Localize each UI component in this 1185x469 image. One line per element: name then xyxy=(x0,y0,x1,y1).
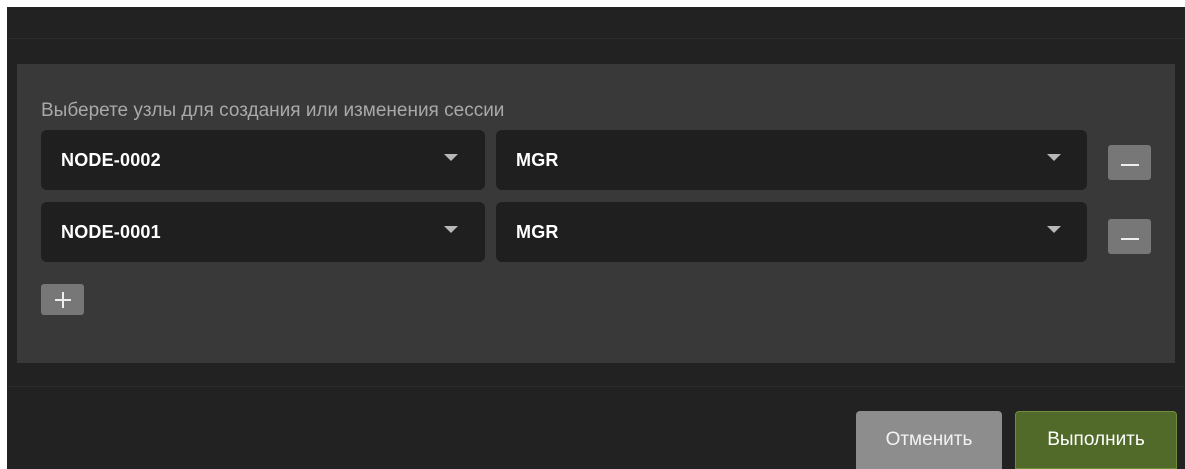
header-divider xyxy=(7,38,1185,39)
remove-row-button-2[interactable] xyxy=(1108,219,1151,254)
minus-icon xyxy=(1120,163,1139,166)
footer-divider xyxy=(7,386,1185,387)
session-dialog: Выберете узлы для создания или изменения… xyxy=(7,7,1185,469)
caret-down-icon xyxy=(444,154,458,161)
panel-label: Выберете узлы для создания или изменения… xyxy=(41,100,505,121)
node-select-2[interactable]: NODE-0001 xyxy=(41,202,485,262)
node-select-value: NODE-0002 xyxy=(61,149,161,170)
caret-down-icon xyxy=(1047,226,1061,233)
remove-row-button-1[interactable] xyxy=(1108,145,1151,180)
cancel-button[interactable]: Отменить xyxy=(856,411,1002,469)
caret-down-icon xyxy=(444,226,458,233)
minus-icon xyxy=(1120,237,1139,240)
plus-icon xyxy=(54,291,71,308)
submit-button[interactable]: Выполнить xyxy=(1015,411,1177,469)
node-select-1[interactable]: NODE-0002 xyxy=(41,130,485,190)
node-selection-panel: Выберете узлы для создания или изменения… xyxy=(17,64,1175,363)
role-select-2[interactable]: MGR xyxy=(496,202,1087,262)
add-row-button[interactable] xyxy=(41,284,84,315)
role-select-value: MGR xyxy=(516,221,559,242)
caret-down-icon xyxy=(1047,154,1061,161)
role-select-value: MGR xyxy=(516,149,559,170)
role-select-1[interactable]: MGR xyxy=(496,130,1087,190)
node-select-value: NODE-0001 xyxy=(61,221,161,242)
